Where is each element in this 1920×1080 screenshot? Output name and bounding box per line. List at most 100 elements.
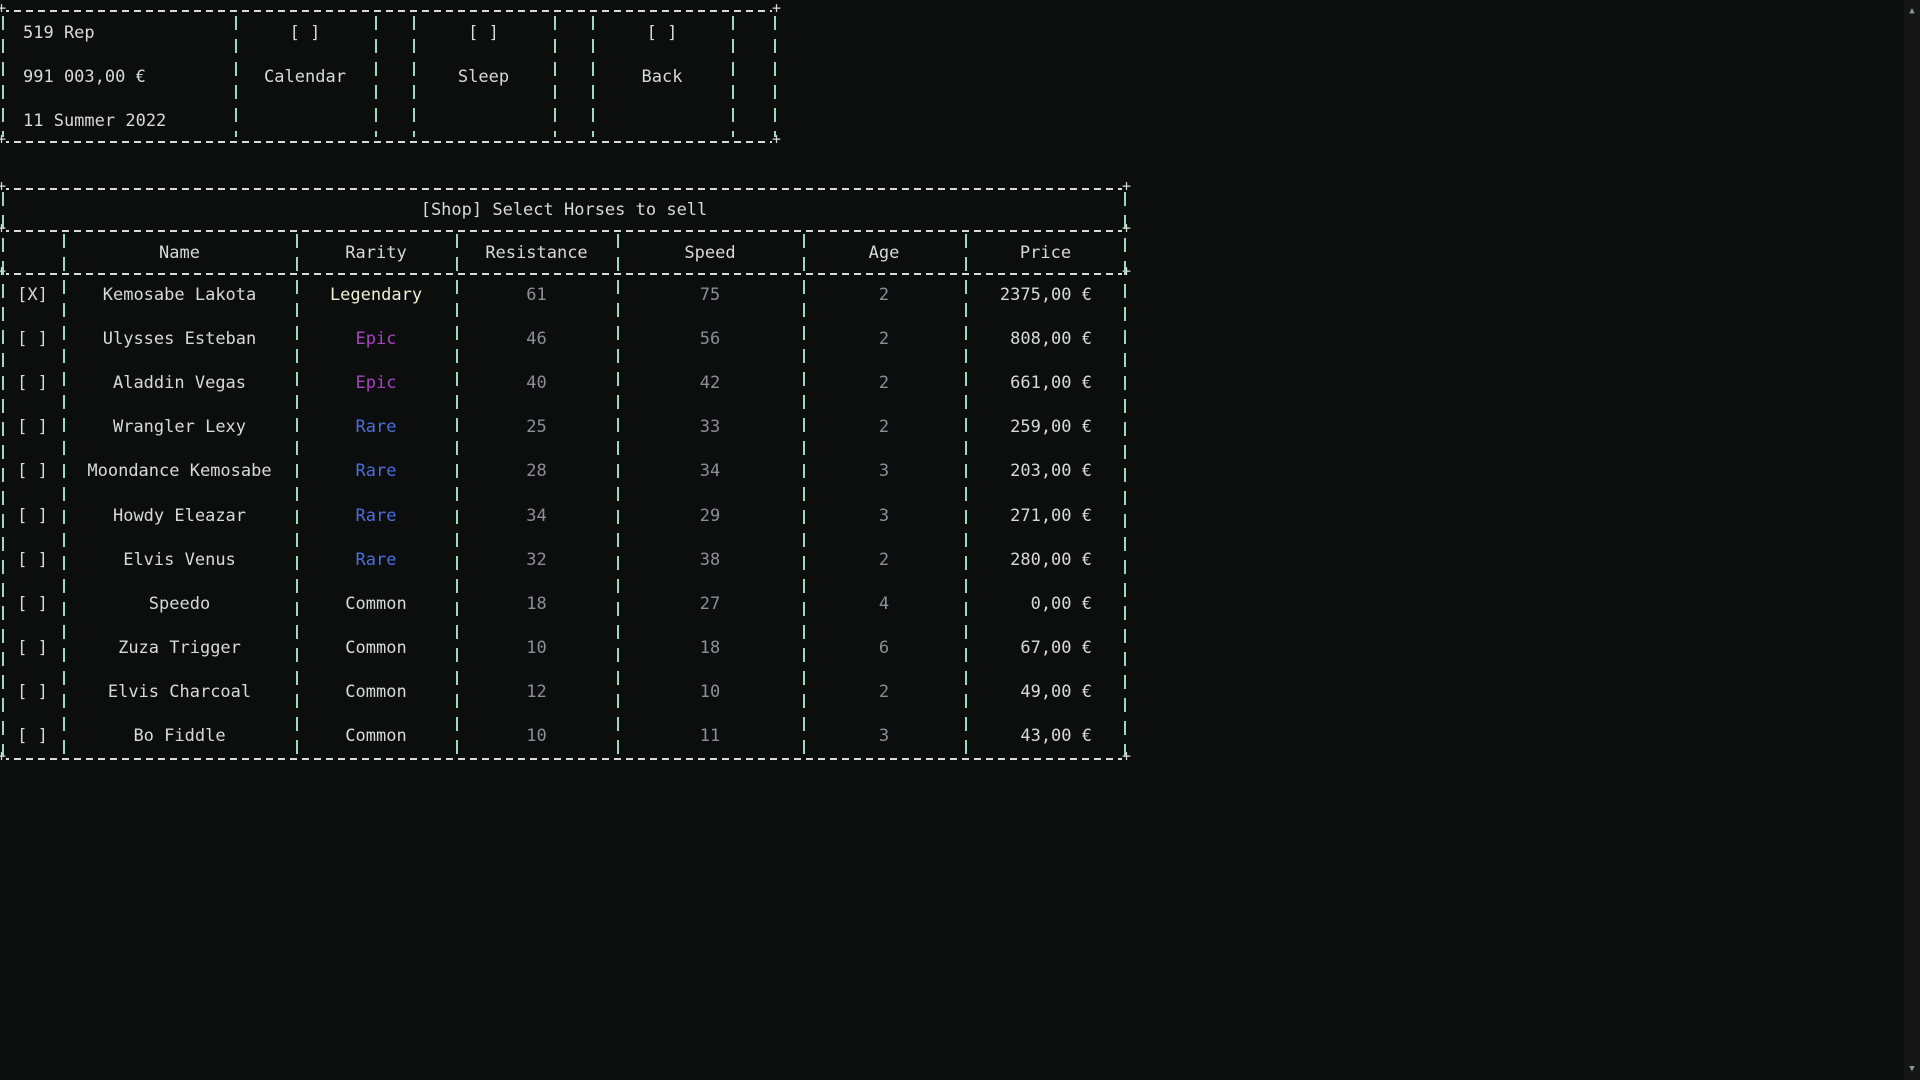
row-checkbox[interactable]: [ ]: [2, 538, 63, 582]
horse-speed: 75: [617, 273, 803, 317]
row-checkbox[interactable]: [X]: [2, 273, 63, 317]
scroll-up-button[interactable]: ▲: [1904, 3, 1920, 19]
horse-name: Speedo: [63, 582, 296, 626]
back-label: Back: [592, 55, 732, 99]
horse-age: 3: [803, 714, 965, 758]
shop-bottom-border: ++: [2, 758, 1126, 760]
horse-rarity: Epic: [296, 361, 456, 405]
horse-resistance: 61: [456, 273, 617, 317]
horse-speed: 42: [617, 361, 803, 405]
horse-speed: 33: [617, 405, 803, 449]
horse-row[interactable]: [ ]Elvis VenusRare32382280,00 €: [2, 538, 1126, 582]
horse-name: Howdy Eleazar: [63, 493, 296, 537]
shop-panel: ++ ++ ++ ++ [Shop] Select Horses to sell…: [2, 188, 1126, 760]
horse-rarity: Rare: [296, 449, 456, 493]
column-header: Rarity: [296, 232, 456, 273]
row-checkbox[interactable]: [ ]: [2, 670, 63, 714]
row-checkbox[interactable]: [ ]: [2, 317, 63, 361]
column-header: Price: [965, 232, 1126, 273]
horse-row[interactable]: [ ]Ulysses EstebanEpic46562808,00 €: [2, 317, 1126, 361]
horse-price: 661,00 €: [965, 361, 1126, 405]
back-button[interactable]: [ ] Back: [592, 11, 732, 143]
calendar-checkbox[interactable]: [ ]: [235, 11, 375, 55]
row-checkbox[interactable]: [ ]: [2, 361, 63, 405]
hud-divider: [375, 16, 377, 137]
horse-price: 280,00 €: [965, 538, 1126, 582]
horse-price: 67,00 €: [965, 626, 1126, 670]
hud-divider: [554, 16, 556, 137]
horse-row[interactable]: [ ]Elvis CharcoalCommon1210249,00 €: [2, 670, 1126, 714]
shop-title-row: [Shop] Select Horses to sell: [2, 190, 1126, 230]
horse-speed: 29: [617, 493, 803, 537]
horse-age: 2: [803, 317, 965, 361]
table-header-row: NameRarityResistanceSpeedAgePrice: [2, 232, 1126, 273]
scroll-down-icon: ▼: [1909, 1064, 1914, 1074]
horse-name: Aladdin Vegas: [63, 361, 296, 405]
horse-price: 49,00 €: [965, 670, 1126, 714]
horse-age: 2: [803, 273, 965, 317]
horse-speed: 11: [617, 714, 803, 758]
horse-price: 203,00 €: [965, 449, 1126, 493]
horse-name: Ulysses Esteban: [63, 317, 296, 361]
back-checkbox[interactable]: [ ]: [592, 11, 732, 55]
horse-price: 2375,00 €: [965, 273, 1126, 317]
select-column-header: [2, 232, 63, 273]
column-header: Resistance: [456, 232, 617, 273]
horse-resistance: 32: [456, 538, 617, 582]
horse-rarity: Epic: [296, 317, 456, 361]
row-checkbox[interactable]: [ ]: [2, 582, 63, 626]
horse-age: 3: [803, 493, 965, 537]
horse-row[interactable]: [ ]Howdy EleazarRare34293271,00 €: [2, 493, 1126, 537]
horse-row[interactable]: [ ]Wrangler LexyRare25332259,00 €: [2, 405, 1126, 449]
horse-resistance: 28: [456, 449, 617, 493]
date-value: 11 Summer 2022: [23, 99, 235, 143]
money-value: 991 003,00 €: [23, 55, 235, 99]
horse-name: Moondance Kemosabe: [63, 449, 296, 493]
horse-rarity: Legendary: [296, 273, 456, 317]
horse-age: 6: [803, 626, 965, 670]
horse-row[interactable]: [ ]Bo FiddleCommon1011343,00 €: [2, 714, 1126, 758]
horse-speed: 34: [617, 449, 803, 493]
horse-resistance: 25: [456, 405, 617, 449]
shop-title: [Shop] Select Horses to sell: [421, 200, 708, 220]
horse-resistance: 12: [456, 670, 617, 714]
horse-age: 4: [803, 582, 965, 626]
row-checkbox[interactable]: [ ]: [2, 714, 63, 758]
horse-row[interactable]: [ ]SpeedoCommon182740,00 €: [2, 582, 1126, 626]
horse-name: Kemosabe Lakota: [63, 273, 296, 317]
horse-row[interactable]: [ ]Aladdin VegasEpic40422661,00 €: [2, 361, 1126, 405]
horse-price: 808,00 €: [965, 317, 1126, 361]
horse-row[interactable]: [ ]Moondance KemosabeRare28343203,00 €: [2, 449, 1126, 493]
horse-speed: 10: [617, 670, 803, 714]
calendar-button[interactable]: [ ] Calendar: [235, 11, 375, 143]
horse-row[interactable]: [X]Kemosabe LakotaLegendary617522375,00 …: [2, 273, 1126, 317]
horse-price: 0,00 €: [965, 582, 1126, 626]
horse-name: Elvis Charcoal: [63, 670, 296, 714]
horse-speed: 18: [617, 626, 803, 670]
hud-divider: [732, 16, 734, 137]
horse-age: 2: [803, 538, 965, 582]
horse-name: Wrangler Lexy: [63, 405, 296, 449]
row-checkbox[interactable]: [ ]: [2, 626, 63, 670]
reputation-value: 519 Rep: [23, 11, 235, 55]
calendar-label: Calendar: [235, 55, 375, 99]
horse-speed: 38: [617, 538, 803, 582]
horse-name: Bo Fiddle: [63, 714, 296, 758]
horse-rarity: Common: [296, 670, 456, 714]
scroll-down-button[interactable]: ▼: [1904, 1061, 1920, 1077]
horse-row[interactable]: [ ]Zuza TriggerCommon1018667,00 €: [2, 626, 1126, 670]
horse-price: 271,00 €: [965, 493, 1126, 537]
horse-rarity: Rare: [296, 493, 456, 537]
sleep-button[interactable]: [ ] Sleep: [413, 11, 554, 143]
sleep-checkbox[interactable]: [ ]: [413, 11, 554, 55]
horse-list: [X]Kemosabe LakotaLegendary617522375,00 …: [2, 273, 1126, 758]
row-checkbox[interactable]: [ ]: [2, 493, 63, 537]
column-header: Name: [63, 232, 296, 273]
scrollbar[interactable]: ▲ ▼: [1904, 0, 1920, 1080]
horse-resistance: 18: [456, 582, 617, 626]
horse-speed: 27: [617, 582, 803, 626]
horse-age: 2: [803, 670, 965, 714]
row-checkbox[interactable]: [ ]: [2, 405, 63, 449]
row-checkbox[interactable]: [ ]: [2, 449, 63, 493]
horse-rarity: Rare: [296, 538, 456, 582]
